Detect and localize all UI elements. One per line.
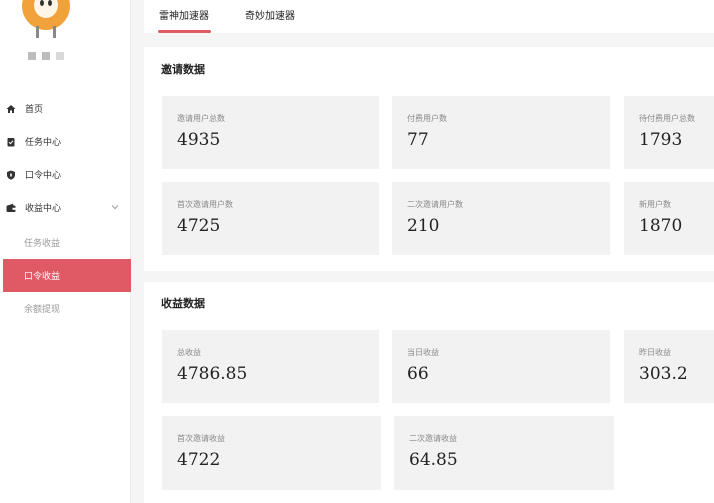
invite-panel-title: 邀请数据: [161, 63, 205, 76]
chevron-down-icon[interactable]: [111, 203, 119, 212]
home-icon: [6, 104, 16, 114]
stat-value: 77: [407, 130, 429, 150]
stat-card: 二次邀请用户数 210: [392, 182, 610, 255]
sidebar-item-label: 收益中心: [25, 204, 62, 214]
sidebar-item-label: 任务中心: [25, 138, 62, 148]
sidebar-subitem-label: 任务收益: [24, 239, 61, 249]
stat-label: 昨日收益: [639, 348, 671, 357]
income-panel: 收益数据 总收益 4786.85 当日收益 66 昨日收益 303.2 首次邀请…: [144, 282, 714, 503]
sidebar-subitem-task-income[interactable]: 任务收益: [0, 226, 131, 259]
stat-value: 4722: [177, 450, 221, 470]
stat-label: 付费用户数: [407, 114, 447, 123]
avatar-leg-left: [36, 26, 39, 38]
income-panel-title: 收益数据: [161, 297, 205, 310]
stat-value: 303.2: [639, 364, 688, 384]
stat-label: 待付费用户总数: [639, 114, 695, 123]
invite-panel: 邀请数据 邀请用户总数 4935 付费用户数 77 待付费用户总数 1793 首…: [144, 47, 714, 271]
wallet-icon: [6, 203, 16, 213]
stat-value: 1793: [639, 130, 683, 150]
user-name-masked: [28, 52, 64, 60]
stat-label: 总收益: [177, 348, 201, 357]
tab-qimiao[interactable]: 奇妙加速器: [245, 7, 295, 22]
stat-label: 首次邀请收益: [177, 434, 225, 443]
stat-value: 1870: [639, 216, 683, 236]
sidebar-item-label: 首页: [25, 105, 44, 115]
stat-card: 邀请用户总数 4935: [162, 96, 379, 169]
stat-label: 首次邀请用户数: [177, 200, 233, 209]
sidebar: 首页 任务中心 口令中心 收益中心 任务收益 口令收益 余额提现: [0, 0, 131, 503]
stat-card: 新用户数 1870: [624, 182, 714, 255]
tab-leishen[interactable]: 雷神加速器: [159, 7, 209, 22]
sidebar-item-codes[interactable]: 口令中心: [0, 158, 131, 191]
stat-card: 首次邀请用户数 4725: [162, 182, 379, 255]
task-icon: [6, 137, 16, 147]
stat-value: 4786.85: [177, 364, 248, 384]
stat-card: 首次邀请收益 4722: [162, 416, 381, 490]
sidebar-subitem-label: 口令收益: [24, 272, 61, 282]
sidebar-item-label: 口令中心: [25, 171, 62, 181]
stat-value: 66: [407, 364, 429, 384]
sidebar-subitem-code-income[interactable]: 口令收益: [3, 259, 131, 292]
avatar-eye-left: [40, 0, 44, 6]
stat-value: 4935: [177, 130, 221, 150]
stat-label: 二次邀请用户数: [407, 200, 463, 209]
active-tab-indicator: [158, 30, 211, 33]
sidebar-item-tasks[interactable]: 任务中心: [0, 125, 131, 158]
stat-value: 64.85: [409, 450, 458, 470]
mask-block: [42, 52, 50, 60]
tab-bar: 雷神加速器 奇妙加速器: [144, 0, 714, 33]
stat-card: 付费用户数 77: [392, 96, 610, 169]
stat-card: 总收益 4786.85: [162, 330, 379, 403]
avatar-eye-right: [48, 0, 52, 6]
stat-card: 二次邀请收益 64.85: [394, 416, 614, 490]
stat-label: 当日收益: [407, 348, 439, 357]
sidebar-subitem-withdraw[interactable]: 余额提现: [0, 292, 131, 325]
stat-label: 二次邀请收益: [409, 434, 457, 443]
sidebar-item-income[interactable]: 收益中心: [0, 191, 131, 224]
stat-card: 昨日收益 303.2: [624, 330, 714, 403]
avatar-leg-right: [53, 26, 56, 38]
stat-value: 210: [407, 216, 440, 236]
mask-block: [28, 52, 36, 60]
stat-card: 待付费用户总数 1793: [624, 96, 714, 169]
sidebar-menu: 首页 任务中心 口令中心 收益中心 任务收益 口令收益 余额提现: [0, 92, 131, 325]
stat-card: 当日收益 66: [392, 330, 610, 403]
stat-label: 新用户数: [639, 200, 671, 209]
stat-label: 邀请用户总数: [177, 114, 225, 123]
avatar[interactable]: [22, 0, 70, 40]
sidebar-subitem-label: 余额提现: [24, 305, 61, 315]
mask-block: [56, 52, 64, 60]
stat-value: 4725: [177, 216, 221, 236]
sidebar-item-home[interactable]: 首页: [0, 92, 131, 125]
shield-icon: [6, 170, 16, 180]
